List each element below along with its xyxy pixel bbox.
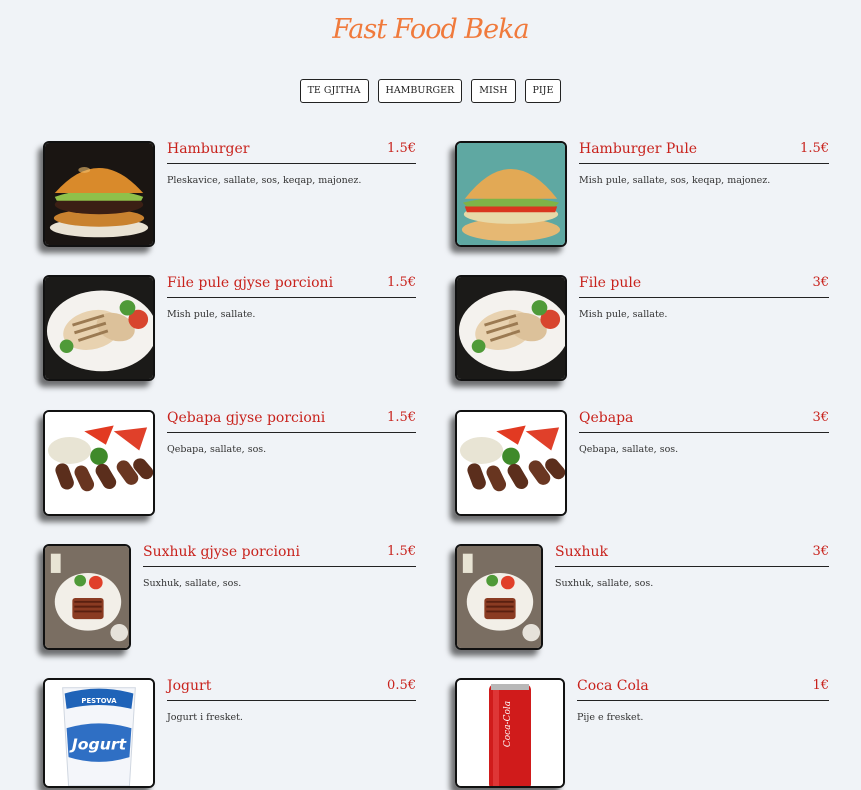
item-description: Suxhuk, sallate, sos. bbox=[143, 578, 242, 589]
chicken-burger-image bbox=[455, 141, 567, 247]
item-description: Mish pule, sallate. bbox=[167, 309, 256, 320]
chicken-fillet-image bbox=[43, 275, 155, 381]
item-price: 1.5€ bbox=[387, 275, 416, 290]
item-description: Jogurt i fresket. bbox=[167, 712, 243, 723]
item-description: Pije e fresket. bbox=[577, 712, 644, 723]
item-description: Suxhuk, sallate, sos. bbox=[555, 578, 654, 589]
item-name: Jogurt bbox=[167, 678, 212, 694]
menu-grid: Hamburger 1.5€ Pleskavice, sallate, sos,… bbox=[0, 0, 861, 788]
item-price: 1.5€ bbox=[387, 544, 416, 559]
item-name: File pule bbox=[579, 275, 642, 291]
qebapa-image bbox=[43, 410, 155, 516]
item-name: Coca Cola bbox=[577, 678, 649, 694]
item-price: 0.5€ bbox=[387, 678, 416, 693]
suxhuk-image bbox=[43, 544, 131, 650]
chicken-fillet-image bbox=[455, 275, 567, 381]
item-price: 1.5€ bbox=[800, 141, 829, 156]
suxhuk-image bbox=[455, 544, 543, 650]
item-price: 1€ bbox=[812, 678, 829, 693]
item-price: 3€ bbox=[812, 275, 829, 290]
yogurt-label: Jogurt bbox=[69, 736, 127, 754]
item-name: Qebapa gjyse porcioni bbox=[167, 410, 326, 426]
item-name: Qebapa bbox=[579, 410, 634, 426]
item-description: Qebapa, sallate, sos. bbox=[167, 444, 267, 455]
item-description: Qebapa, sallate, sos. bbox=[579, 444, 679, 455]
qebapa-image bbox=[455, 410, 567, 516]
item-price: 3€ bbox=[812, 410, 829, 425]
item-description: Mish pule, sallate. bbox=[579, 309, 668, 320]
item-name: Hamburger Pule bbox=[579, 141, 698, 157]
item-price: 3€ bbox=[812, 544, 829, 559]
yogurt-brand: PESTOVA bbox=[81, 697, 117, 705]
item-name: Suxhuk gjyse porcioni bbox=[143, 544, 300, 560]
item-name: Hamburger bbox=[167, 141, 250, 157]
cola-label: Coca-Cola bbox=[503, 701, 513, 747]
item-price: 1.5€ bbox=[387, 410, 416, 425]
item-name: Suxhuk bbox=[555, 544, 609, 560]
item-description: Pleskavice, sallate, sos, keqap, majonez… bbox=[167, 175, 362, 186]
item-name: File pule gjyse porcioni bbox=[167, 275, 334, 291]
burger-image bbox=[43, 141, 155, 247]
item-description: Mish pule, sallate, sos, keqap, majonez. bbox=[579, 175, 771, 186]
item-price: 1.5€ bbox=[387, 141, 416, 156]
